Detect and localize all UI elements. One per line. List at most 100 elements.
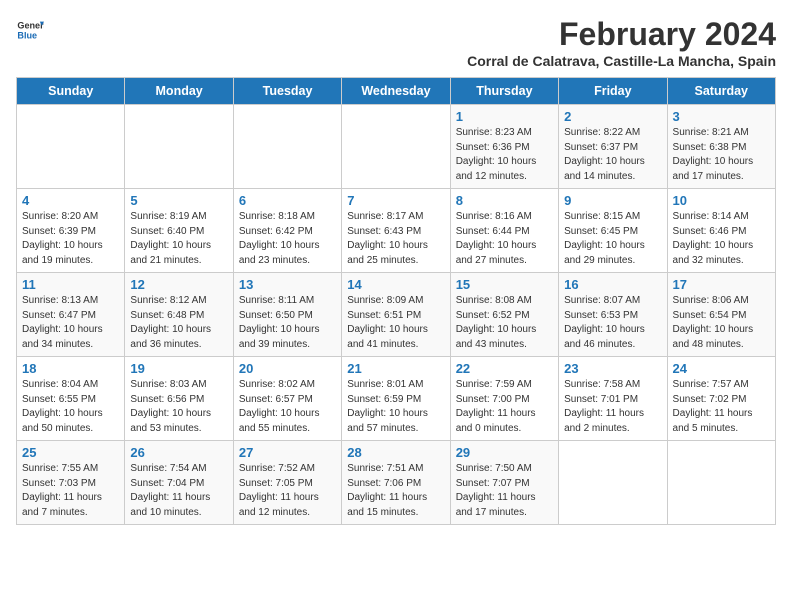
calendar-cell xyxy=(233,105,341,189)
day-info: Sunrise: 8:08 AM Sunset: 6:52 PM Dayligh… xyxy=(456,294,553,352)
calendar-cell: 17 Sunrise: 8:06 AM Sunset: 6:54 PM Dayli… xyxy=(667,273,775,357)
calendar-week-row: 1 Sunrise: 8:23 AM Sunset: 6:36 PM Daylig… xyxy=(17,105,776,189)
day-info: Sunrise: 8:02 AM Sunset: 6:57 PM Dayligh… xyxy=(239,378,336,436)
calendar-cell: 7 Sunrise: 8:17 AM Sunset: 6:43 PM Daylig… xyxy=(342,189,450,273)
day-info: Sunrise: 8:11 AM Sunset: 6:50 PM Dayligh… xyxy=(239,294,336,352)
day-info: Sunrise: 8:23 AM Sunset: 6:36 PM Dayligh… xyxy=(456,126,553,184)
day-number: 13 xyxy=(239,277,336,292)
calendar-cell: 5Sunrise: 8:19 AM Sunset: 6:40 PM Daylig… xyxy=(125,189,233,273)
day-number: 25 xyxy=(22,445,119,460)
calendar-cell: 18 Sunrise: 8:04 AM Sunset: 6:55 PM Dayli… xyxy=(17,357,125,441)
day-info: Sunrise: 8:14 AM Sunset: 6:46 PM Dayligh… xyxy=(673,210,770,268)
calendar-cell: 1 Sunrise: 8:23 AM Sunset: 6:36 PM Daylig… xyxy=(450,105,558,189)
weekday-header: Wednesday xyxy=(342,78,450,105)
day-info: Sunrise: 8:07 AM Sunset: 6:53 PM Dayligh… xyxy=(564,294,661,352)
day-number: 19 xyxy=(130,361,227,376)
day-info: Sunrise: 7:50 AM Sunset: 7:07 PM Dayligh… xyxy=(456,462,553,520)
day-number: 4 xyxy=(22,193,119,208)
day-number: 3 xyxy=(673,109,770,124)
header-row: SundayMondayTuesdayWednesdayThursdayFrid… xyxy=(17,78,776,105)
day-info: Sunrise: 7:59 AM Sunset: 7:00 PM Dayligh… xyxy=(456,378,553,436)
day-info: Sunrise: 8:20 AM Sunset: 6:39 PM Dayligh… xyxy=(22,210,119,268)
day-info: Sunrise: 8:06 AM Sunset: 6:54 PM Dayligh… xyxy=(673,294,770,352)
calendar-cell: 26 Sunrise: 7:54 AM Sunset: 7:04 PM Dayli… xyxy=(125,441,233,525)
page-header: General Blue February 2024 Corral de Cal… xyxy=(16,16,776,69)
day-info: Sunrise: 8:16 AM Sunset: 6:44 PM Dayligh… xyxy=(456,210,553,268)
day-info: Sunrise: 8:09 AM Sunset: 6:51 PM Dayligh… xyxy=(347,294,444,352)
calendar-week-row: 25 Sunrise: 7:55 AM Sunset: 7:03 PM Dayli… xyxy=(17,441,776,525)
calendar-cell: 21 Sunrise: 8:01 AM Sunset: 6:59 PM Dayli… xyxy=(342,357,450,441)
calendar-cell: 2Sunrise: 8:22 AM Sunset: 6:37 PM Daylig… xyxy=(559,105,667,189)
day-info: Sunrise: 8:04 AM Sunset: 6:55 PM Dayligh… xyxy=(22,378,119,436)
calendar-cell: 8 Sunrise: 8:16 AM Sunset: 6:44 PM Daylig… xyxy=(450,189,558,273)
weekday-header: Sunday xyxy=(17,78,125,105)
day-number: 9 xyxy=(564,193,661,208)
day-number: 28 xyxy=(347,445,444,460)
day-info: Sunrise: 8:13 AM Sunset: 6:47 PM Dayligh… xyxy=(22,294,119,352)
day-info: Sunrise: 8:22 AM Sunset: 6:37 PM Dayligh… xyxy=(564,126,661,184)
calendar-cell xyxy=(559,441,667,525)
calendar-body: 1 Sunrise: 8:23 AM Sunset: 6:36 PM Daylig… xyxy=(17,105,776,525)
calendar-cell: 23Sunrise: 7:58 AM Sunset: 7:01 PM Dayli… xyxy=(559,357,667,441)
calendar-cell: 27Sunrise: 7:52 AM Sunset: 7:05 PM Dayli… xyxy=(233,441,341,525)
day-number: 7 xyxy=(347,193,444,208)
calendar-cell xyxy=(342,105,450,189)
day-number: 20 xyxy=(239,361,336,376)
day-info: Sunrise: 8:01 AM Sunset: 6:59 PM Dayligh… xyxy=(347,378,444,436)
calendar-cell: 25 Sunrise: 7:55 AM Sunset: 7:03 PM Dayli… xyxy=(17,441,125,525)
calendar-cell: 9 Sunrise: 8:15 AM Sunset: 6:45 PM Daylig… xyxy=(559,189,667,273)
svg-text:General: General xyxy=(17,21,44,31)
day-number: 22 xyxy=(456,361,553,376)
day-info: Sunrise: 7:58 AM Sunset: 7:01 PM Dayligh… xyxy=(564,378,661,436)
calendar-cell xyxy=(125,105,233,189)
calendar-week-row: 11 Sunrise: 8:13 AM Sunset: 6:47 PM Dayli… xyxy=(17,273,776,357)
calendar-cell: 20 Sunrise: 8:02 AM Sunset: 6:57 PM Dayli… xyxy=(233,357,341,441)
day-info: Sunrise: 7:52 AM Sunset: 7:05 PM Dayligh… xyxy=(239,462,336,520)
calendar-table: SundayMondayTuesdayWednesdayThursdayFrid… xyxy=(16,77,776,525)
day-number: 16 xyxy=(564,277,661,292)
calendar-cell: 3 Sunrise: 8:21 AM Sunset: 6:38 PM Daylig… xyxy=(667,105,775,189)
weekday-header: Tuesday xyxy=(233,78,341,105)
day-number: 10 xyxy=(673,193,770,208)
calendar-cell xyxy=(667,441,775,525)
calendar-cell: 24 Sunrise: 7:57 AM Sunset: 7:02 PM Dayli… xyxy=(667,357,775,441)
day-number: 8 xyxy=(456,193,553,208)
day-info: Sunrise: 8:18 AM Sunset: 6:42 PM Dayligh… xyxy=(239,210,336,268)
day-number: 1 xyxy=(456,109,553,124)
day-info: Sunrise: 8:15 AM Sunset: 6:45 PM Dayligh… xyxy=(564,210,661,268)
day-number: 17 xyxy=(673,277,770,292)
location: Corral de Calatrava, Castille-La Mancha,… xyxy=(467,53,776,69)
calendar-cell: 11 Sunrise: 8:13 AM Sunset: 6:47 PM Dayli… xyxy=(17,273,125,357)
calendar-cell: 28 Sunrise: 7:51 AM Sunset: 7:06 PM Dayli… xyxy=(342,441,450,525)
day-number: 6 xyxy=(239,193,336,208)
day-info: Sunrise: 8:17 AM Sunset: 6:43 PM Dayligh… xyxy=(347,210,444,268)
calendar-cell: 14Sunrise: 8:09 AM Sunset: 6:51 PM Dayli… xyxy=(342,273,450,357)
day-info: Sunrise: 8:03 AM Sunset: 6:56 PM Dayligh… xyxy=(130,378,227,436)
calendar-cell: 15 Sunrise: 8:08 AM Sunset: 6:52 PM Dayli… xyxy=(450,273,558,357)
calendar-cell: 22 Sunrise: 7:59 AM Sunset: 7:00 PM Dayli… xyxy=(450,357,558,441)
calendar-week-row: 18 Sunrise: 8:04 AM Sunset: 6:55 PM Dayli… xyxy=(17,357,776,441)
day-number: 21 xyxy=(347,361,444,376)
day-number: 26 xyxy=(130,445,227,460)
logo: General Blue xyxy=(16,16,44,44)
calendar-cell: 10 Sunrise: 8:14 AM Sunset: 6:46 PM Dayli… xyxy=(667,189,775,273)
day-info: Sunrise: 7:55 AM Sunset: 7:03 PM Dayligh… xyxy=(22,462,119,520)
day-info: Sunrise: 7:54 AM Sunset: 7:04 PM Dayligh… xyxy=(130,462,227,520)
day-info: Sunrise: 7:51 AM Sunset: 7:06 PM Dayligh… xyxy=(347,462,444,520)
day-number: 15 xyxy=(456,277,553,292)
day-info: Sunrise: 7:57 AM Sunset: 7:02 PM Dayligh… xyxy=(673,378,770,436)
calendar-cell: 13 Sunrise: 8:11 AM Sunset: 6:50 PM Dayli… xyxy=(233,273,341,357)
calendar-cell xyxy=(17,105,125,189)
day-info: Sunrise: 8:12 AM Sunset: 6:48 PM Dayligh… xyxy=(130,294,227,352)
day-number: 18 xyxy=(22,361,119,376)
calendar-cell: 29Sunrise: 7:50 AM Sunset: 7:07 PM Dayli… xyxy=(450,441,558,525)
weekday-header: Friday xyxy=(559,78,667,105)
calendar-cell: 6 Sunrise: 8:18 AM Sunset: 6:42 PM Daylig… xyxy=(233,189,341,273)
day-number: 11 xyxy=(22,277,119,292)
day-number: 12 xyxy=(130,277,227,292)
day-info: Sunrise: 8:21 AM Sunset: 6:38 PM Dayligh… xyxy=(673,126,770,184)
day-number: 24 xyxy=(673,361,770,376)
calendar-header: SundayMondayTuesdayWednesdayThursdayFrid… xyxy=(17,78,776,105)
svg-text:Blue: Blue xyxy=(17,30,37,40)
day-number: 5 xyxy=(130,193,227,208)
